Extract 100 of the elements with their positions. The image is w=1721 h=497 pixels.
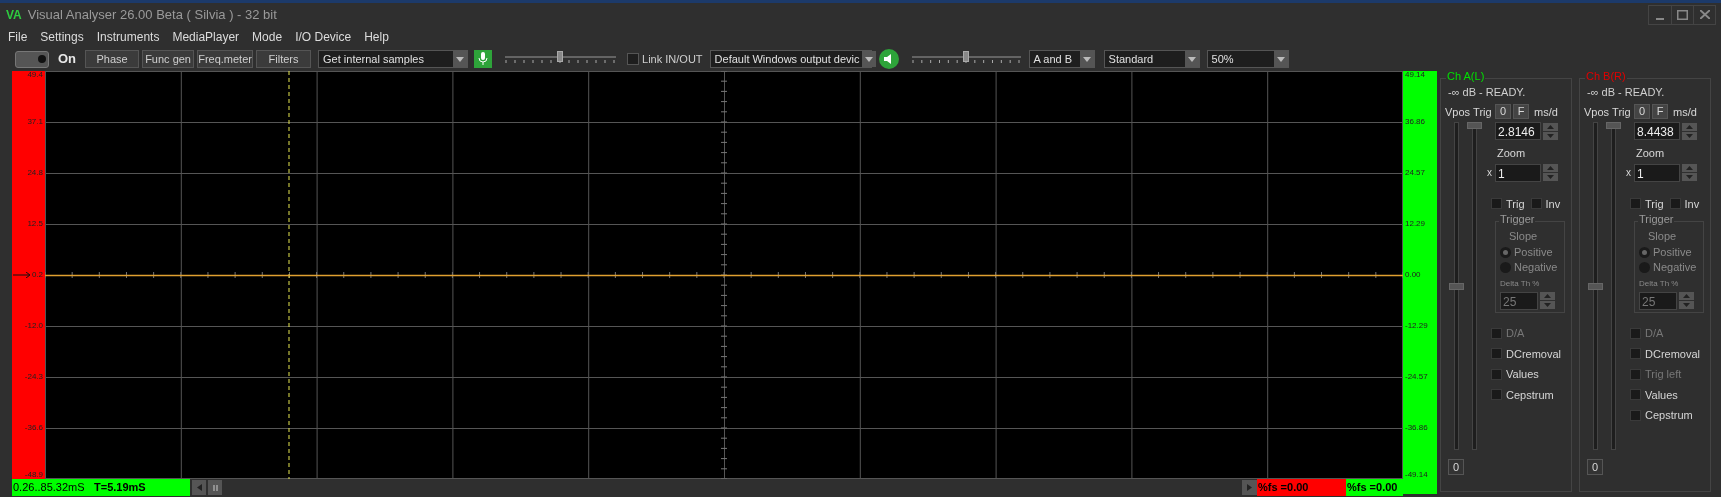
spin-up-button[interactable]	[1682, 164, 1697, 172]
down-arrow-icon	[1686, 133, 1693, 138]
checkbox-label: Inv	[1545, 196, 1561, 212]
microphone-button[interactable]	[474, 50, 493, 68]
menu-item[interactable]: Help	[364, 28, 389, 46]
zoom-prefix: x	[1626, 166, 1632, 180]
vertical-slider[interactable]	[1467, 122, 1482, 450]
spin-up-button[interactable]	[1543, 122, 1558, 131]
power-label: On	[58, 50, 77, 69]
down-arrow-icon	[1544, 303, 1551, 307]
radio-label: Negative	[1653, 259, 1697, 275]
slider-thumb[interactable]	[1467, 122, 1482, 129]
close-icon	[1699, 10, 1710, 19]
checkbox[interactable]	[1630, 409, 1641, 421]
input-field[interactable]: 8.4438	[1634, 122, 1680, 140]
checkbox-label: DCremoval	[1645, 346, 1700, 362]
menu-item[interactable]: Mode	[252, 28, 283, 46]
axis-label: -12.0	[24, 322, 43, 330]
dropdown-arrow-icon	[1187, 56, 1196, 62]
f-button[interactable]: F	[1652, 104, 1668, 120]
dropdown-arrow-icon	[456, 56, 465, 62]
right-arrow-icon	[1247, 484, 1252, 491]
checkbox[interactable]	[1630, 348, 1641, 360]
vertical-slider[interactable]	[1449, 122, 1464, 450]
toolbar-button[interactable]: Freq.meter	[197, 50, 254, 68]
percent-dropdown[interactable]: 50%	[1206, 50, 1289, 68]
checkbox[interactable]	[1530, 198, 1542, 210]
checkbox[interactable]	[627, 53, 640, 65]
group-title: Trigger	[1499, 214, 1536, 225]
axis-label: 24.8	[27, 169, 43, 177]
mode-dropdown[interactable]: Standard	[1103, 50, 1200, 68]
up-arrow-icon	[1547, 166, 1554, 170]
delta-label: Delta Th %	[1500, 277, 1541, 290]
checkbox[interactable]	[1491, 368, 1502, 380]
menu-item[interactable]: File	[8, 28, 28, 46]
vertical-slider[interactable]	[1588, 122, 1603, 450]
slider-label: Vpos	[1584, 104, 1610, 120]
axis-label: -24.3	[24, 373, 43, 381]
scroll-left-button[interactable]	[192, 480, 206, 495]
app-logo: VA	[6, 8, 22, 21]
axis-label: -49.14	[1405, 471, 1428, 479]
checkbox[interactable]	[1491, 348, 1502, 360]
slider-thumb[interactable]	[962, 51, 969, 62]
source-dropdown[interactable]: Get internal samples	[318, 50, 469, 68]
zero-button[interactable]: 0	[1634, 104, 1650, 120]
slider-thumb[interactable]	[1449, 282, 1464, 290]
toolbar-button[interactable]: Phase	[85, 50, 140, 68]
checkbox-label: Values	[1645, 387, 1678, 403]
channel-dropdown[interactable]: A and B	[1028, 50, 1095, 68]
spin-down-button[interactable]	[1543, 173, 1558, 181]
window-title: Visual Analyser 26.00 Beta ( Silvia ) - 32 bit	[27, 5, 277, 24]
axis-label: 0.00	[1405, 271, 1421, 279]
slope-label: Slope	[1508, 229, 1539, 244]
menu-item[interactable]: Instruments	[96, 28, 160, 46]
vertical-slider[interactable]	[1606, 122, 1621, 450]
checkbox[interactable]	[1630, 198, 1641, 210]
checkbox-label: Link IN/OUT	[642, 51, 703, 67]
checkbox[interactable]	[1491, 198, 1502, 210]
axis-label: 12.5	[27, 220, 43, 228]
spin-down-button[interactable]	[1682, 173, 1697, 181]
checkbox[interactable]	[1669, 198, 1681, 210]
input-field[interactable]: 1	[1634, 163, 1680, 182]
checkbox[interactable]	[1630, 389, 1641, 401]
slider-thumb[interactable]	[557, 51, 564, 62]
spin-down-button[interactable]	[1543, 131, 1558, 140]
checkbox[interactable]	[1491, 389, 1502, 401]
group-title: Trigger	[1638, 214, 1675, 225]
down-arrow-icon	[1547, 133, 1554, 138]
toolbar-button[interactable]: Filters	[256, 50, 312, 68]
pause-button[interactable]	[208, 480, 222, 495]
unit-label: ms/d	[1673, 104, 1697, 120]
menu-item[interactable]: Settings	[40, 28, 84, 46]
axis-label: -12.29	[1405, 322, 1428, 330]
slider-thumb[interactable]	[1588, 282, 1603, 290]
menu-item[interactable]: I/O Device	[295, 28, 352, 46]
zero-button[interactable]: 0	[1495, 104, 1511, 120]
menu-item[interactable]: MediaPlayer	[172, 28, 240, 46]
f-button[interactable]: F	[1513, 104, 1529, 120]
power-switch[interactable]	[15, 50, 49, 68]
spin-up-button[interactable]	[1682, 122, 1697, 131]
reset-button[interactable]: 0	[1448, 459, 1464, 475]
reset-button[interactable]: 0	[1587, 459, 1603, 475]
axis-label: 36.86	[1405, 118, 1426, 126]
checkbox-label: Cepstrum	[1506, 387, 1554, 403]
toolbar-button[interactable]: Func gen	[142, 50, 195, 68]
spin-down-button[interactable]	[1682, 131, 1697, 140]
scroll-right-button[interactable]	[1242, 480, 1257, 495]
slider-thumb[interactable]	[1606, 122, 1621, 129]
speaker-button[interactable]	[878, 49, 899, 69]
input-field[interactable]: 2.8146	[1495, 122, 1541, 140]
slider-label: Trig	[1612, 104, 1631, 120]
down-arrow-icon	[1683, 303, 1690, 307]
spin-up-button[interactable]	[1543, 164, 1558, 172]
input-field[interactable]: 1	[1495, 163, 1541, 182]
axis-label: -48.9	[24, 471, 43, 479]
zoom-label: Zoom	[1497, 146, 1527, 161]
left-arrow-icon	[196, 484, 202, 491]
axis-label: 0.2	[31, 271, 43, 279]
axis-label: -36.6	[24, 424, 43, 432]
dropdown-arrow-icon	[864, 56, 873, 62]
